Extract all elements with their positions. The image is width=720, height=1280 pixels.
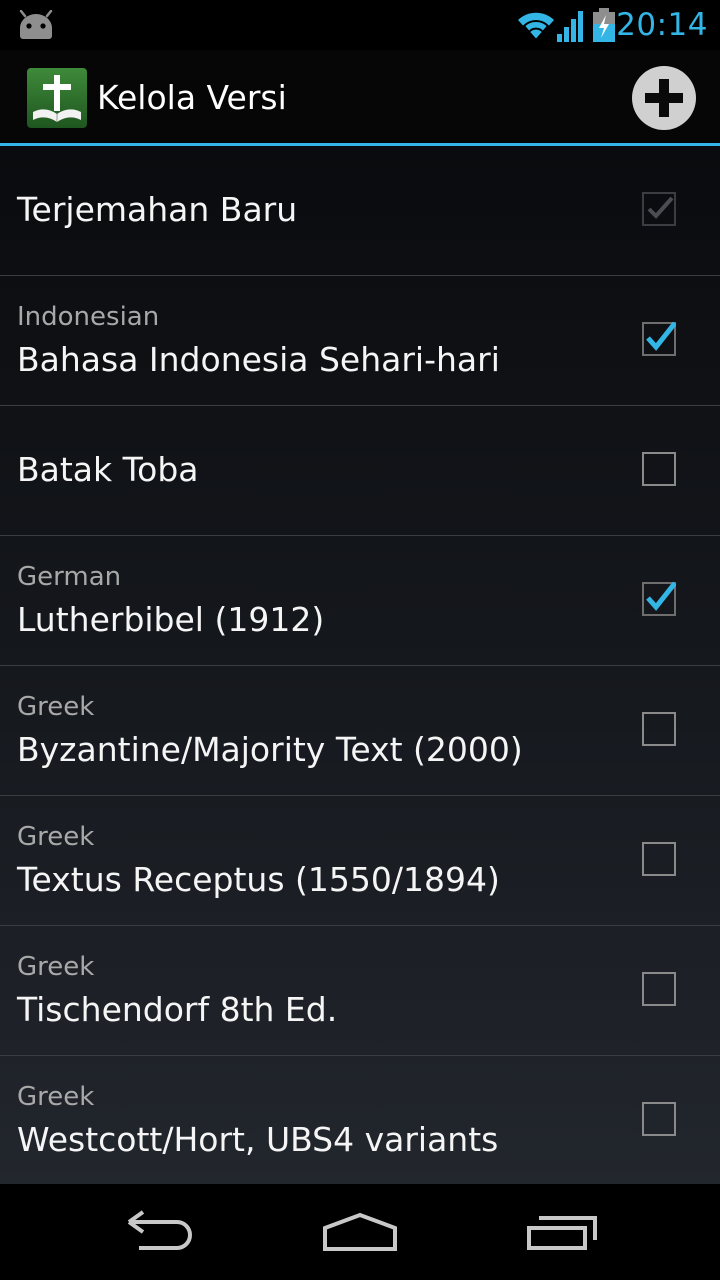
version-item[interactable]: Greek Tischendorf 8th Ed. xyxy=(0,926,720,1056)
bible-cross-icon[interactable] xyxy=(27,68,87,128)
version-label: Lutherbibel (1912) xyxy=(17,600,325,639)
version-label: Westcott/Hort, UBS4 variants xyxy=(17,1120,499,1159)
checkbox-checked[interactable] xyxy=(642,322,676,356)
version-item[interactable]: German Lutherbibel (1912) xyxy=(0,536,720,666)
back-icon[interactable] xyxy=(115,1202,205,1262)
checkbox-unchecked[interactable] xyxy=(642,712,676,746)
signal-icon xyxy=(557,11,583,42)
action-bar: Kelola Versi xyxy=(0,50,720,144)
version-language: Greek xyxy=(17,952,95,982)
checkbox-unchecked[interactable] xyxy=(642,842,676,876)
battery-charging-icon xyxy=(593,8,615,42)
version-item[interactable]: Terjemahan Baru xyxy=(0,146,720,276)
version-label: Bahasa Indonesia Sehari-hari xyxy=(17,340,500,379)
recent-apps-icon[interactable] xyxy=(517,1202,607,1262)
add-version-button[interactable] xyxy=(630,64,698,132)
version-list: Terjemahan Baru Indonesian Bahasa Indone… xyxy=(0,146,720,1184)
navigation-bar xyxy=(0,1184,720,1280)
version-item[interactable]: Indonesian Bahasa Indonesia Sehari-hari xyxy=(0,276,720,406)
version-language: Greek xyxy=(17,1082,95,1112)
checkbox-disabled-checked xyxy=(642,192,676,226)
version-language: Greek xyxy=(17,692,95,722)
status-clock: 20:14 xyxy=(616,7,708,43)
version-item[interactable]: Greek Textus Receptus (1550/1894) xyxy=(0,796,720,926)
screen: 20:14 Kelola Versi Terjemahan Baru Indon… xyxy=(0,0,720,1280)
version-language: Greek xyxy=(17,822,95,852)
version-item[interactable]: Greek Westcott/Hort, UBS4 variants xyxy=(0,1056,720,1185)
checkbox-unchecked[interactable] xyxy=(642,1102,676,1136)
version-label: Terjemahan Baru xyxy=(17,190,298,229)
version-language: German xyxy=(17,562,122,592)
version-label: Tischendorf 8th Ed. xyxy=(17,990,338,1029)
version-label: Batak Toba xyxy=(17,450,199,489)
checkbox-unchecked[interactable] xyxy=(642,972,676,1006)
page-title: Kelola Versi xyxy=(97,78,287,117)
version-label: Byzantine/Majority Text (2000) xyxy=(17,730,523,769)
version-label: Textus Receptus (1550/1894) xyxy=(17,860,500,899)
status-bar: 20:14 xyxy=(0,0,720,50)
checkbox-checked[interactable] xyxy=(642,582,676,616)
version-language: Indonesian xyxy=(17,302,160,332)
wifi-icon xyxy=(518,12,554,42)
home-icon[interactable] xyxy=(315,1202,405,1262)
version-item[interactable]: Batak Toba xyxy=(0,406,720,536)
android-icon xyxy=(19,10,53,39)
version-item[interactable]: Greek Byzantine/Majority Text (2000) xyxy=(0,666,720,796)
checkbox-unchecked[interactable] xyxy=(642,452,676,486)
